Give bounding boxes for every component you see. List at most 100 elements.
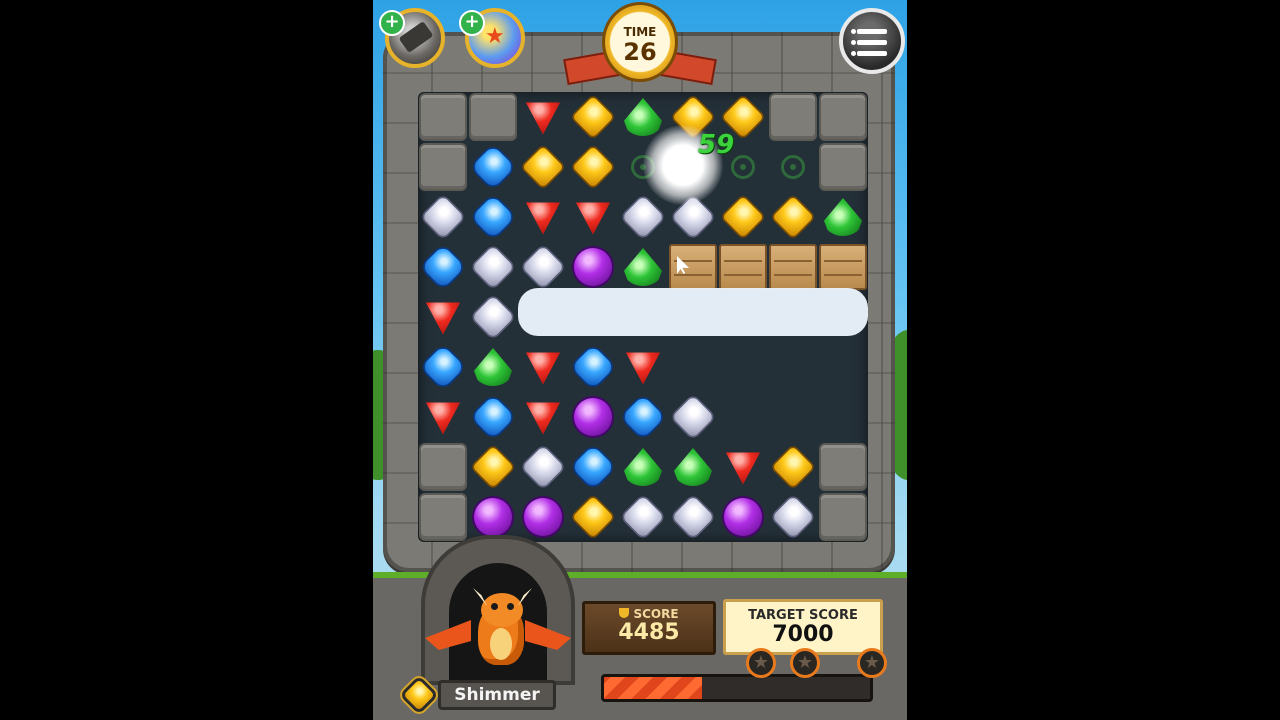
red-gem[interactable]: [618, 342, 668, 392]
add-powerup-hammer-button[interactable]: +: [379, 10, 405, 36]
board-cell: [818, 392, 868, 442]
stone-block: [418, 92, 468, 142]
green-gem[interactable]: [618, 242, 668, 292]
trophy-icon: [619, 608, 630, 618]
stone-block: [468, 92, 518, 142]
white-gem[interactable]: [618, 492, 668, 542]
white-gem[interactable]: [468, 242, 518, 292]
white-gem-icon: [471, 295, 515, 339]
white-gem[interactable]: [518, 442, 568, 492]
score-label: SCORE: [633, 607, 679, 621]
red-gem[interactable]: [518, 392, 568, 442]
yellow-gem[interactable]: [518, 142, 568, 192]
board-cell: [768, 392, 818, 442]
green-gem[interactable]: [468, 342, 518, 392]
red-gem-icon: [425, 302, 461, 335]
blue-gem-icon: [620, 394, 666, 440]
floating-points: 59: [698, 130, 735, 160]
stone-block: [418, 142, 468, 192]
red-gem[interactable]: [518, 92, 568, 142]
white-gem-icon: [671, 395, 715, 439]
red-gem[interactable]: [568, 192, 618, 242]
blue-gem[interactable]: [468, 192, 518, 242]
board-cell: [668, 342, 718, 392]
purple-gem-icon: [474, 498, 512, 536]
yellow-gem[interactable]: [768, 192, 818, 242]
board-cell: [718, 392, 768, 442]
blue-gem-icon: [420, 244, 466, 290]
white-gem[interactable]: [618, 192, 668, 242]
timer-label: TIME: [623, 25, 657, 39]
purple-gem-icon: [574, 248, 612, 286]
stone-block: [818, 92, 868, 142]
score-progress-bar: [601, 674, 873, 702]
red-gem[interactable]: [418, 392, 468, 442]
stone-block: [818, 492, 868, 542]
board-cell: [718, 342, 768, 392]
purple-gem[interactable]: [568, 242, 618, 292]
purple-gem[interactable]: [718, 492, 768, 542]
blue-gem-icon: [570, 344, 616, 390]
yellow-gem[interactable]: [718, 192, 768, 242]
white-gem[interactable]: [768, 492, 818, 542]
red-gem-icon: [425, 402, 461, 435]
white-gem-icon: [521, 245, 565, 289]
blue-gem[interactable]: [468, 142, 518, 192]
yellow-gem[interactable]: [468, 442, 518, 492]
red-gem[interactable]: [518, 342, 568, 392]
swirl-marker: [768, 142, 818, 192]
white-gem[interactable]: [518, 242, 568, 292]
red-gem[interactable]: [518, 192, 568, 242]
purple-gem-icon: [524, 498, 562, 536]
yellow-gem-icon: [472, 446, 514, 488]
red-gem[interactable]: [718, 442, 768, 492]
blue-gem-icon: [570, 444, 616, 490]
white-gem[interactable]: [468, 292, 518, 342]
stone-block: [418, 492, 468, 542]
swirl-icon: [731, 155, 755, 179]
blue-gem[interactable]: [568, 342, 618, 392]
red-gem-icon: [525, 102, 561, 135]
green-gem[interactable]: [618, 442, 668, 492]
score-panel: SCORE 4485: [582, 601, 716, 655]
yellow-gem-icon: [772, 446, 814, 488]
yellow-gem-icon: [722, 196, 764, 238]
white-gem[interactable]: [668, 392, 718, 442]
white-gem-icon: [621, 495, 665, 539]
blue-gem[interactable]: [418, 242, 468, 292]
yellow-gem-icon: [772, 196, 814, 238]
add-powerup-star-ball-button[interactable]: +: [459, 10, 485, 36]
white-gem[interactable]: [418, 192, 468, 242]
blue-gem[interactable]: [618, 392, 668, 442]
stone-block: [768, 92, 818, 142]
white-gem-icon: [471, 245, 515, 289]
green-gem-icon: [824, 198, 862, 236]
blue-gem-icon: [470, 194, 516, 240]
green-gem-icon: [624, 98, 662, 136]
red-gem[interactable]: [418, 292, 468, 342]
menu-button[interactable]: [839, 8, 905, 74]
red-gem-icon: [625, 352, 661, 385]
green-gem[interactable]: [818, 192, 868, 242]
blue-gem[interactable]: [568, 442, 618, 492]
yellow-gem[interactable]: [568, 492, 618, 542]
white-gem[interactable]: [668, 492, 718, 542]
target-score-label: TARGET SCORE: [748, 608, 858, 623]
green-gem[interactable]: [668, 442, 718, 492]
purple-gem-icon: [574, 398, 612, 436]
star-ball-icon: ★: [485, 24, 505, 49]
game-screen: 59 + ★ + TIME 26 Shimmer SCORE 4485 TARG…: [373, 0, 907, 720]
score-progress-fill: [604, 677, 703, 699]
blue-gem-icon: [470, 144, 516, 190]
yellow-gem[interactable]: [568, 92, 618, 142]
green-gem-icon: [674, 448, 712, 486]
star-icon: ★: [746, 648, 776, 678]
blue-gem[interactable]: [418, 342, 468, 392]
swirl-icon: [781, 155, 805, 179]
purple-gem[interactable]: [568, 392, 618, 442]
purple-gem-icon: [724, 498, 762, 536]
yellow-gem[interactable]: [768, 442, 818, 492]
purple-gem[interactable]: [518, 492, 568, 542]
blue-gem[interactable]: [468, 392, 518, 442]
yellow-gem[interactable]: [568, 142, 618, 192]
